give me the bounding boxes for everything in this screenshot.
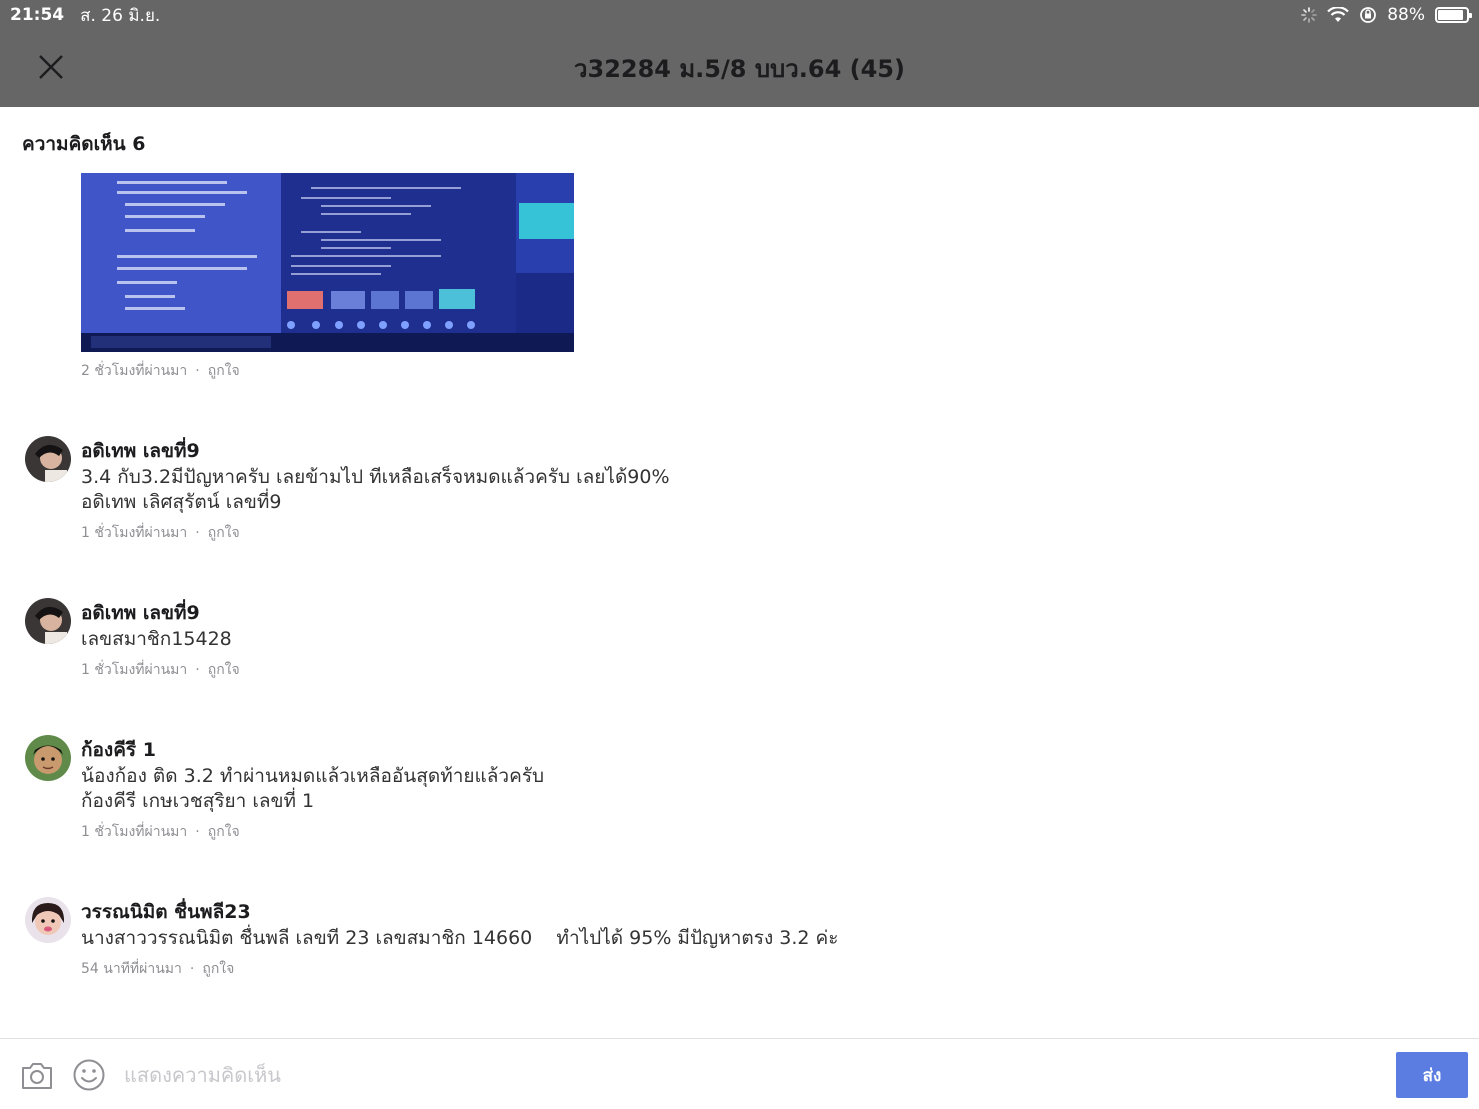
avatar[interactable]	[25, 436, 71, 482]
comment-author[interactable]: อดิเทพ เลขที่9	[81, 436, 200, 466]
comment-text-line: อดิเทพ เลิศสุรัตน์ เลขที่9	[81, 491, 282, 513]
nav-bar: ว32284 ม.5/8 บบว.64 (45)	[0, 30, 1479, 107]
comment-text-line: ก้องคีรี เกษเวชสุริยา เลขที่ 1	[81, 790, 315, 812]
close-icon[interactable]	[34, 50, 68, 84]
comment-text: เลขสมาชิก15428	[81, 627, 232, 652]
like-button[interactable]: ถูกใจ	[202, 961, 234, 977]
comment-time: 1 ชั่วโมงที่ผ่านมา	[81, 824, 188, 840]
comment-item: อดิเทพ เลขที่9 3.4 กับ3.2มีปัญหาครับ เลย…	[0, 436, 1479, 546]
wifi-icon	[1327, 7, 1349, 22]
status-time: 21:54	[10, 5, 65, 25]
like-button[interactable]: ถูกใจ	[208, 525, 240, 541]
meta-separator: ·	[189, 961, 195, 977]
battery-percentage: 88%	[1387, 5, 1425, 25]
avatar-photo	[25, 436, 71, 482]
comment-meta: 1 ชั่วโมงที่ผ่านมา · ถูกใจ	[81, 522, 240, 544]
comment-text: น้องก้อง ติด 3.2 ทำผ่านหมดแล้วเหลืออันสุ…	[81, 764, 544, 814]
comment-input[interactable]	[124, 1055, 1374, 1095]
comment-text-line: 3.4 กับ3.2มีปัญหาครับ เลยข้ามไป ทีเหลือเ…	[81, 466, 670, 488]
avatar-photo	[25, 598, 71, 644]
status-date: ส. 26 มิ.ย.	[80, 5, 161, 26]
comment-text-line: เลขสมาชิก15428	[81, 628, 232, 650]
comment-meta: 1 ชั่วโมงที่ผ่านมา · ถูกใจ	[81, 659, 240, 681]
comment-meta: 1 ชั่วโมงที่ผ่านมา · ถูกใจ	[81, 821, 240, 843]
comment-item: อดิเทพ เลขที่9 เลขสมาชิก15428 1 ชั่วโมงท…	[0, 598, 1479, 678]
post-photo-illustration	[81, 173, 574, 352]
comment-author[interactable]: อดิเทพ เลขที่9	[81, 598, 200, 628]
comment-text-line: นางสาววรรณนิมิต ชื่นพลี เลขที 23 เลขสมาช…	[81, 927, 839, 949]
page-title: ว32284 ม.5/8 บบว.64 (45)	[574, 55, 905, 83]
comment-meta: 54 นาทีที่ผ่านมา · ถูกใจ	[81, 958, 234, 980]
send-button[interactable]: ส่ง	[1396, 1052, 1468, 1098]
camera-icon[interactable]	[20, 1059, 54, 1091]
comment-composer: ส่ง	[0, 1038, 1479, 1109]
comment-time: 1 ชั่วโมงที่ผ่านมา	[81, 662, 188, 678]
meta-separator: ·	[195, 363, 200, 379]
like-button[interactable]: ถูกใจ	[208, 363, 240, 379]
meta-separator: ·	[195, 525, 200, 541]
comment-text: 3.4 กับ3.2มีปัญหาครับ เลยข้ามไป ทีเหลือเ…	[81, 465, 670, 515]
post-photo[interactable]	[81, 173, 574, 352]
post-meta: 2 ชั่วโมงที่ผ่านมา · ถูกใจ	[81, 360, 240, 382]
post-time: 2 ชั่วโมงที่ผ่านมา	[81, 363, 188, 379]
avatar-photo	[25, 735, 71, 781]
status-indicators: 88%	[1301, 5, 1472, 25]
avatar-photo	[25, 897, 71, 943]
meta-separator: ·	[195, 662, 200, 678]
avatar[interactable]	[25, 598, 71, 644]
avatar[interactable]	[25, 897, 71, 943]
like-button[interactable]: ถูกใจ	[208, 662, 240, 678]
comment-time: 1 ชั่วโมงที่ผ่านมา	[81, 525, 188, 541]
like-button[interactable]: ถูกใจ	[208, 824, 240, 840]
emoji-icon[interactable]	[72, 1058, 106, 1092]
comment-text: นางสาววรรณนิมิต ชื่นพลี เลขที 23 เลขสมาช…	[81, 926, 838, 951]
meta-separator: ·	[195, 824, 200, 840]
comments-panel: ความคิดเห็น 6 2 ชั่วโมงที่ผ่านมา · ถูกใจ…	[0, 107, 1479, 1037]
avatar[interactable]	[25, 735, 71, 781]
comment-item: วรรณนิมิต ชื่นพลี23 นางสาววรรณนิมิต ชื่น…	[0, 897, 1479, 977]
battery-fill	[1438, 10, 1463, 20]
comment-item: ก้องคีรี 1 น้องก้อง ติด 3.2 ทำผ่านหมดแล้…	[0, 735, 1479, 845]
comments-count-heading: ความคิดเห็น 6	[22, 133, 146, 155]
comment-text-line: น้องก้อง ติด 3.2 ทำผ่านหมดแล้วเหลืออันสุ…	[81, 765, 545, 787]
orientation-lock-icon	[1360, 7, 1377, 23]
status-bar: 21:54 ส. 26 มิ.ย. 88%	[0, 0, 1479, 30]
loading-spinner-icon	[1301, 7, 1318, 23]
battery-icon	[1435, 7, 1472, 23]
comment-time: 54 นาทีที่ผ่านมา	[81, 961, 182, 977]
comment-author[interactable]: ก้องคีรี 1	[81, 735, 156, 765]
comment-author[interactable]: วรรณนิมิต ชื่นพลี23	[81, 897, 251, 927]
